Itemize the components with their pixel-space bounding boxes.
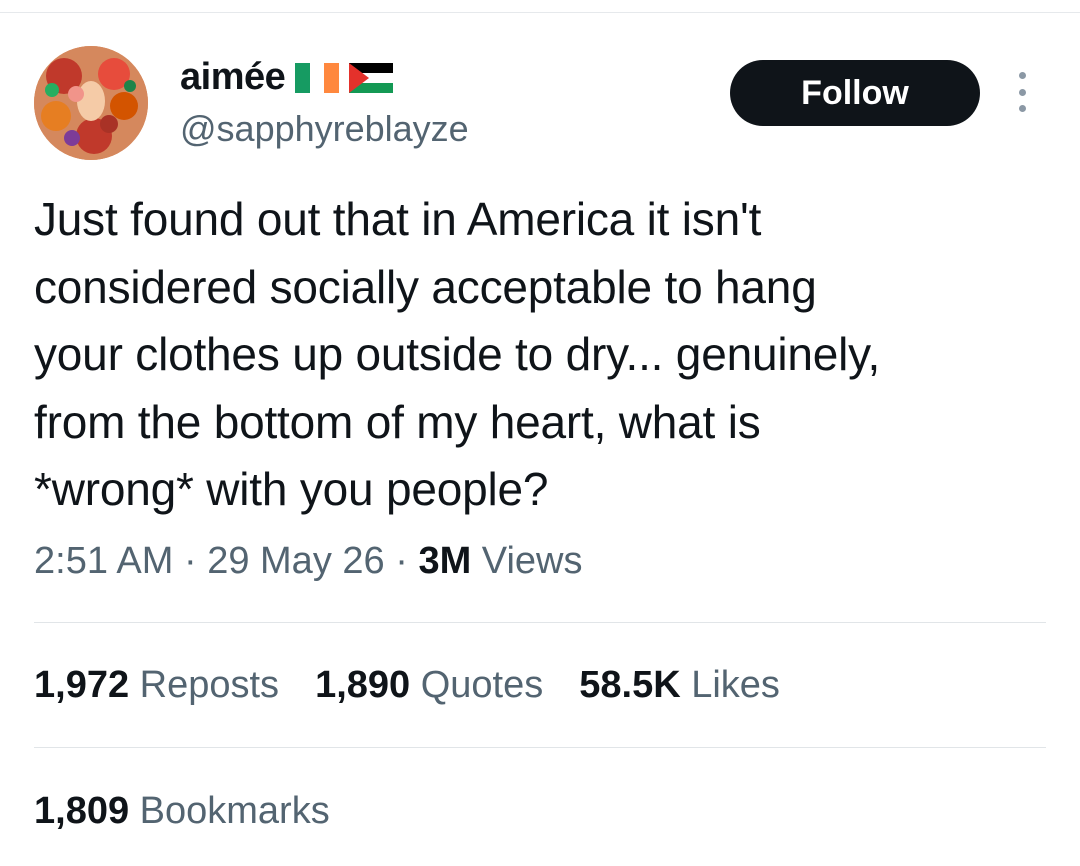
author-handle[interactable]: @sapphyreblayze bbox=[180, 108, 469, 150]
reposts-stat[interactable]: 1,972 Reposts bbox=[34, 664, 279, 707]
tweet-line: considered socially acceptable to hang bbox=[34, 260, 817, 313]
bookmarks-label: Bookmarks bbox=[139, 790, 330, 832]
views-count: 3M bbox=[418, 540, 472, 582]
views-label: Views bbox=[471, 540, 583, 582]
tweet-line: from the bottom of my heart, what is bbox=[34, 395, 761, 448]
avatar[interactable] bbox=[34, 46, 148, 160]
tweet-line: Just found out that in America it isn't bbox=[34, 193, 762, 245]
quotes-label: Quotes bbox=[420, 664, 544, 706]
engagement-stats: 1,972 Reposts 1,890 Quotes 58.5K Likes bbox=[34, 664, 780, 707]
display-name[interactable]: aimée bbox=[180, 56, 286, 99]
avatar-illustration bbox=[34, 46, 148, 160]
divider bbox=[34, 747, 1046, 748]
top-divider bbox=[0, 12, 1080, 13]
meta-separator: · bbox=[384, 540, 419, 582]
author-name-row[interactable]: aimée bbox=[180, 56, 394, 99]
tweet-text: Just found out that in America it isn't … bbox=[34, 186, 1044, 524]
reposts-count: 1,972 bbox=[34, 664, 130, 706]
divider bbox=[34, 622, 1046, 623]
tweet-date[interactable]: 29 May 26 bbox=[207, 540, 384, 582]
more-options-icon[interactable] bbox=[1010, 72, 1034, 112]
palestine-flag-icon bbox=[349, 62, 394, 93]
tweet-line: *wrong* with you people? bbox=[34, 463, 549, 515]
reposts-label: Reposts bbox=[139, 664, 280, 706]
likes-label: Likes bbox=[691, 664, 780, 706]
tweet-time[interactable]: 2:51 AM bbox=[34, 540, 173, 582]
tweet-meta: 2:51 AM · 29 May 26 · 3M Views bbox=[34, 540, 582, 583]
quotes-stat[interactable]: 1,890 Quotes bbox=[315, 664, 543, 707]
likes-stat[interactable]: 58.5K Likes bbox=[579, 664, 780, 707]
follow-button[interactable]: Follow bbox=[730, 60, 980, 126]
quotes-count: 1,890 bbox=[315, 664, 411, 706]
meta-separator: · bbox=[173, 540, 208, 582]
bookmarks-stat[interactable]: 1,809 Bookmarks bbox=[34, 790, 330, 833]
ireland-flag-icon bbox=[295, 62, 340, 93]
tweet-line: your clothes up outside to dry... genuin… bbox=[34, 328, 881, 380]
bookmarks-count: 1,809 bbox=[34, 790, 130, 832]
likes-count: 58.5K bbox=[579, 664, 681, 706]
